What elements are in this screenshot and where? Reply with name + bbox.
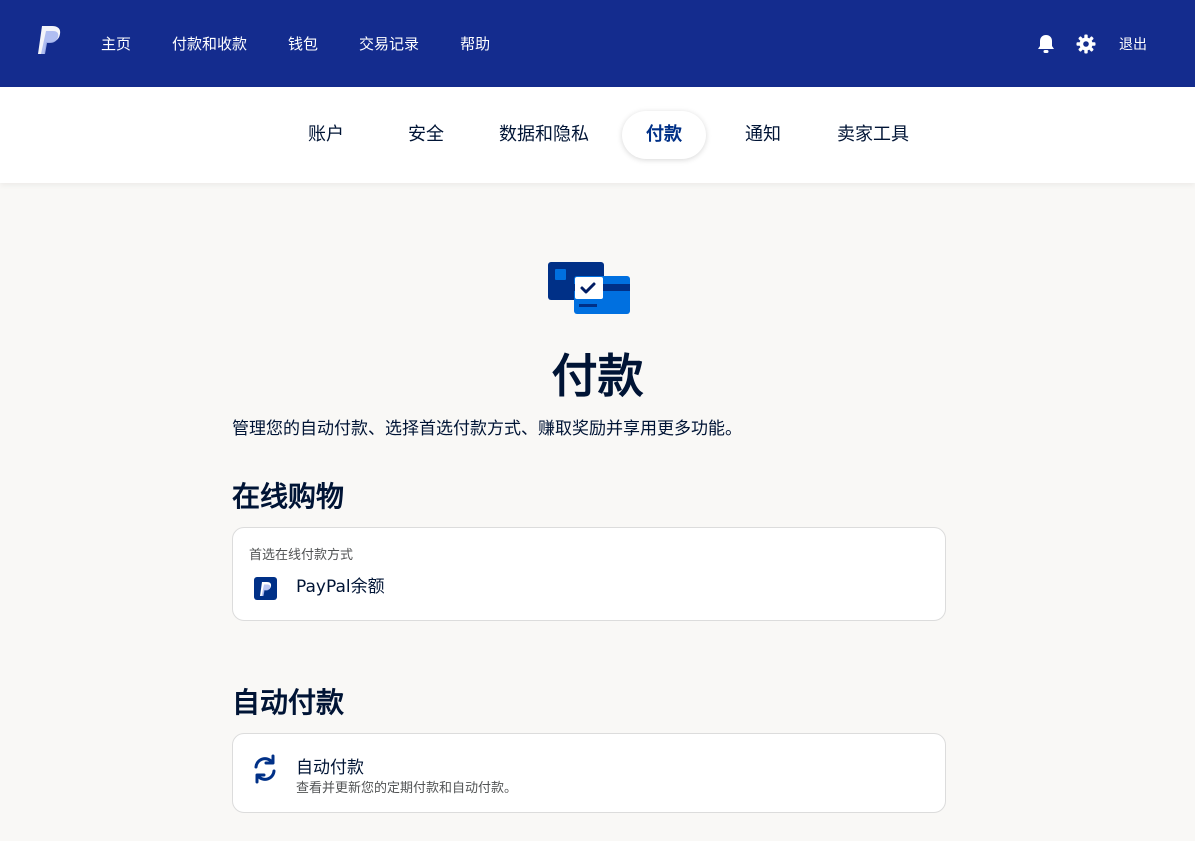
page-title: 付款 bbox=[551, 349, 644, 403]
nav-home[interactable]: 主页 bbox=[101, 33, 131, 54]
nav-help[interactable]: 帮助 bbox=[460, 33, 490, 54]
bell-icon[interactable] bbox=[1035, 33, 1057, 55]
logout-link[interactable]: 退出 bbox=[1119, 34, 1147, 54]
refresh-icon bbox=[251, 754, 279, 784]
tab-seller-tools[interactable]: 卖家工具 bbox=[830, 111, 916, 159]
tab-account[interactable]: 账户 bbox=[296, 111, 356, 159]
nav-wallet[interactable]: 钱包 bbox=[288, 33, 318, 54]
preferred-payment-value: PayPal余额 bbox=[296, 577, 385, 597]
main-nav: 主页 付款和收款 钱包 交易记录 帮助 bbox=[101, 0, 531, 87]
page-description: 管理您的自动付款、选择首选付款方式、赚取奖励并享用更多功能。 bbox=[232, 419, 742, 439]
tab-security[interactable]: 安全 bbox=[396, 111, 456, 159]
auto-payments-subtitle: 查看并更新您的定期付款和自动付款。 bbox=[296, 781, 518, 796]
settings-tab-bar: 账户 安全 数据和隐私 付款 通知 卖家工具 bbox=[0, 87, 1195, 183]
preferred-payment-label: 首选在线付款方式 bbox=[249, 548, 354, 563]
header-actions: 退出 bbox=[1035, 0, 1147, 87]
tab-payments[interactable]: 付款 bbox=[622, 111, 706, 159]
tab-notifications[interactable]: 通知 bbox=[733, 111, 793, 159]
tab-data-privacy[interactable]: 数据和隐私 bbox=[494, 111, 594, 159]
auto-payments-title: 自动付款 bbox=[296, 758, 364, 778]
payment-cards-icon bbox=[548, 262, 630, 316]
paypal-logo-icon[interactable] bbox=[36, 24, 64, 56]
top-navigation-bar: 主页 付款和收款 钱包 交易记录 帮助 退出 bbox=[0, 0, 1195, 87]
auto-payments-heading: 自动付款 bbox=[232, 686, 345, 719]
nav-pay-and-get-paid[interactable]: 付款和收款 bbox=[172, 33, 247, 54]
preferred-payment-card[interactable]: 首选在线付款方式 PayPal余额 bbox=[232, 527, 946, 621]
paypal-badge-icon bbox=[254, 577, 277, 600]
nav-activity[interactable]: 交易记录 bbox=[359, 33, 419, 54]
gear-icon[interactable] bbox=[1075, 33, 1097, 55]
online-shopping-heading: 在线购物 bbox=[232, 480, 345, 513]
auto-payments-card[interactable]: 自动付款 查看并更新您的定期付款和自动付款。 bbox=[232, 733, 946, 813]
